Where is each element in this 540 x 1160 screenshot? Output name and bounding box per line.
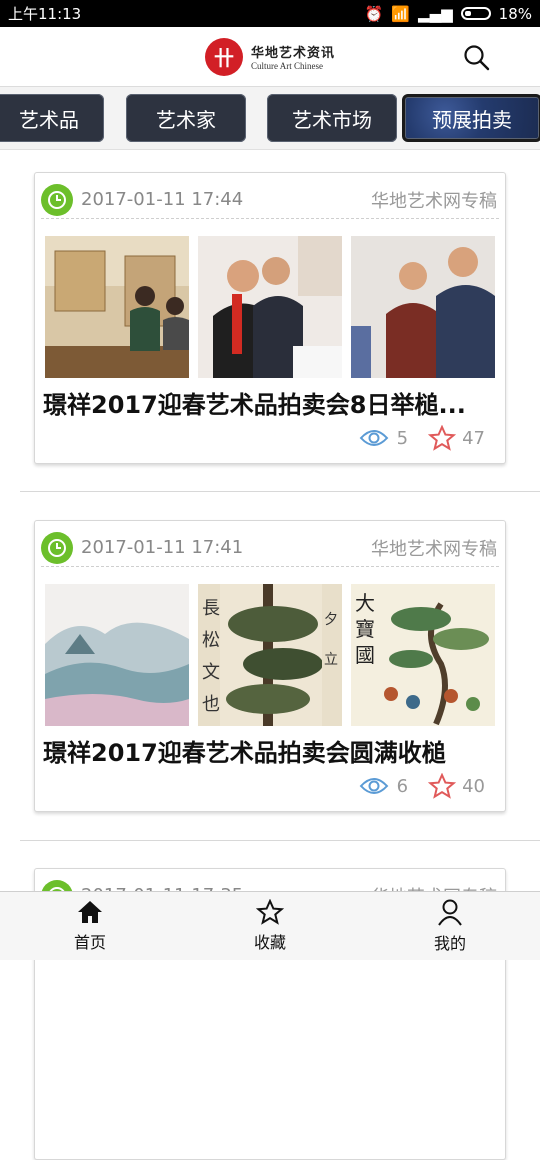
svg-text:松: 松	[202, 630, 220, 651]
nav-home-label: 首页	[73, 933, 106, 952]
star-icon[interactable]	[428, 425, 457, 451]
status-time: 上午11:13	[8, 5, 82, 23]
category-tabs: 艺术品 艺术家 艺术市场 预展拍卖	[0, 87, 540, 150]
article-image	[45, 236, 189, 378]
svg-text:也: 也	[202, 694, 220, 715]
alarm-icon: ⏰	[364, 4, 384, 23]
wifi-icon: 📶	[391, 4, 411, 23]
view-count: 6	[396, 775, 409, 797]
battery-level: 18%	[498, 4, 532, 23]
tab-artists[interactable]: 艺术家	[126, 94, 246, 142]
logo-title-cn: 华地艺术资讯	[250, 46, 335, 61]
nav-favorites[interactable]: 收藏	[180, 892, 360, 960]
app-logo[interactable]: 卄 华地艺术资讯 Culture Art Chinese	[204, 37, 335, 76]
svg-text:大: 大	[355, 591, 375, 615]
search-icon[interactable]	[462, 43, 492, 73]
article-title[interactable]: 璟祥2017迎春艺术品拍卖会圆满收槌	[43, 733, 499, 768]
eye-icon	[359, 778, 389, 794]
home-icon	[78, 901, 102, 923]
nav-profile-label: 我的	[433, 934, 466, 953]
article-card[interactable]: 2017-01-11 17:44 华地艺术网专稿 璟祥2017迎春艺术品拍卖会8…	[34, 172, 506, 464]
logo-title-en: Culture Art Chinese	[250, 61, 323, 71]
article-meta: 2017-01-11 17:44 华地艺术网专稿	[41, 181, 499, 219]
article-image: 大 寶 國	[351, 584, 495, 726]
user-icon	[438, 899, 462, 926]
clock-icon	[41, 183, 73, 216]
svg-text:寶: 寶	[355, 617, 375, 641]
tab-artworks[interactable]: 艺术品	[0, 94, 104, 142]
status-icons: ⏰ 📶 ▂▄▆ 18%	[365, 5, 532, 23]
article-image	[351, 236, 495, 378]
star-icon[interactable]	[428, 773, 457, 799]
svg-text:夕: 夕	[324, 612, 338, 628]
nav-home[interactable]: 首页	[0, 892, 180, 960]
svg-text:國: 國	[355, 643, 375, 667]
article-source: 华地艺术网专稿	[371, 190, 497, 212]
divider	[20, 840, 540, 841]
article-image	[198, 236, 342, 378]
bottom-navigation: 首页 收藏 我的	[0, 891, 540, 960]
battery-icon	[460, 7, 491, 20]
svg-text:文: 文	[202, 662, 220, 683]
clock-icon	[41, 531, 73, 564]
article-card[interactable]: 2017-01-11 17:41 华地艺术网专稿 長 松 文 也 夕 立 大 寶…	[34, 520, 506, 812]
logo-mark-icon: 卄	[204, 37, 243, 76]
tab-preview-auction[interactable]: 预展拍卖	[402, 94, 540, 142]
article-image: 長 松 文 也 夕 立	[198, 584, 342, 726]
article-stats: 5 47	[359, 425, 485, 451]
article-thumbnails	[45, 236, 497, 378]
status-bar: 上午11:13 ⏰ 📶 ▂▄▆ 18%	[0, 0, 540, 27]
article-source: 华地艺术网专稿	[371, 538, 497, 560]
article-image	[45, 584, 189, 726]
article-date: 2017-01-11 17:44	[81, 189, 244, 210]
article-title[interactable]: 璟祥2017迎春艺术品拍卖会8日举槌...	[43, 385, 499, 420]
article-stats: 6 40	[359, 773, 485, 799]
star-icon	[256, 899, 284, 925]
favorite-count: 40	[462, 775, 485, 797]
app-header: 卄 华地艺术资讯 Culture Art Chinese	[0, 27, 540, 87]
tab-art-market[interactable]: 艺术市场	[267, 94, 397, 142]
article-thumbnails: 長 松 文 也 夕 立 大 寶 國	[45, 584, 497, 726]
favorite-count: 47	[462, 427, 485, 449]
nav-favorites-label: 收藏	[253, 933, 286, 952]
nav-profile[interactable]: 我的	[360, 892, 540, 960]
eye-icon	[359, 430, 389, 446]
svg-text:長: 長	[202, 598, 220, 619]
article-date: 2017-01-11 17:41	[81, 537, 244, 558]
divider	[20, 491, 540, 492]
article-meta: 2017-01-11 17:41 华地艺术网专稿	[41, 529, 499, 567]
view-count: 5	[396, 427, 409, 449]
signal-icon: ▂▄▆	[418, 4, 453, 23]
svg-text:立: 立	[324, 652, 338, 668]
